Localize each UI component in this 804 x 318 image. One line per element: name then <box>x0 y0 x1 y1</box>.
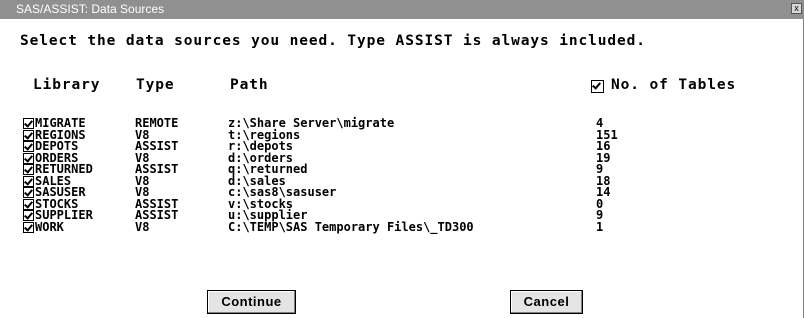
cancel-button[interactable]: Cancel <box>510 290 583 314</box>
library-checkbox[interactable] <box>23 141 34 152</box>
title-bar: SAS/ASSIST: Data Sources x <box>0 0 804 19</box>
library-checkbox[interactable] <box>23 221 34 233</box>
library-checkbox[interactable] <box>23 118 34 129</box>
library-checkbox[interactable] <box>23 129 34 141</box>
continue-button[interactable]: Continue <box>207 290 296 314</box>
library-checkbox[interactable] <box>23 210 34 221</box>
library-checkbox[interactable] <box>23 152 34 164</box>
library-checkbox[interactable] <box>23 198 34 210</box>
header-path: Path <box>230 77 269 93</box>
window-title: SAS/ASSIST: Data Sources <box>16 2 165 16</box>
library-checkbox[interactable] <box>23 164 34 175</box>
list-item[interactable]: WORK V8 C:\TEMP\SAS Temporary Files\_TD300… <box>0 219 804 234</box>
instruction-text: Select the data sources you need. Type A… <box>20 33 646 49</box>
library-path: C:\TEMP\SAS Temporary Files\_TD300 <box>228 219 474 234</box>
library-type: V8 <box>135 219 150 234</box>
library-checkbox[interactable] <box>23 187 34 198</box>
no-of-tables-checkbox[interactable] <box>591 80 604 93</box>
library-checkbox[interactable] <box>23 175 34 187</box>
header-type: Type <box>136 77 175 93</box>
close-icon[interactable]: x <box>791 3 802 14</box>
library-name: WORK <box>35 219 64 234</box>
header-library: Library <box>33 77 101 93</box>
table-count: 1 <box>596 219 604 234</box>
data-sources-dialog: SAS/ASSIST: Data Sources x Select the da… <box>0 0 804 318</box>
header-no-of-tables[interactable]: No. of Tables <box>611 77 736 93</box>
